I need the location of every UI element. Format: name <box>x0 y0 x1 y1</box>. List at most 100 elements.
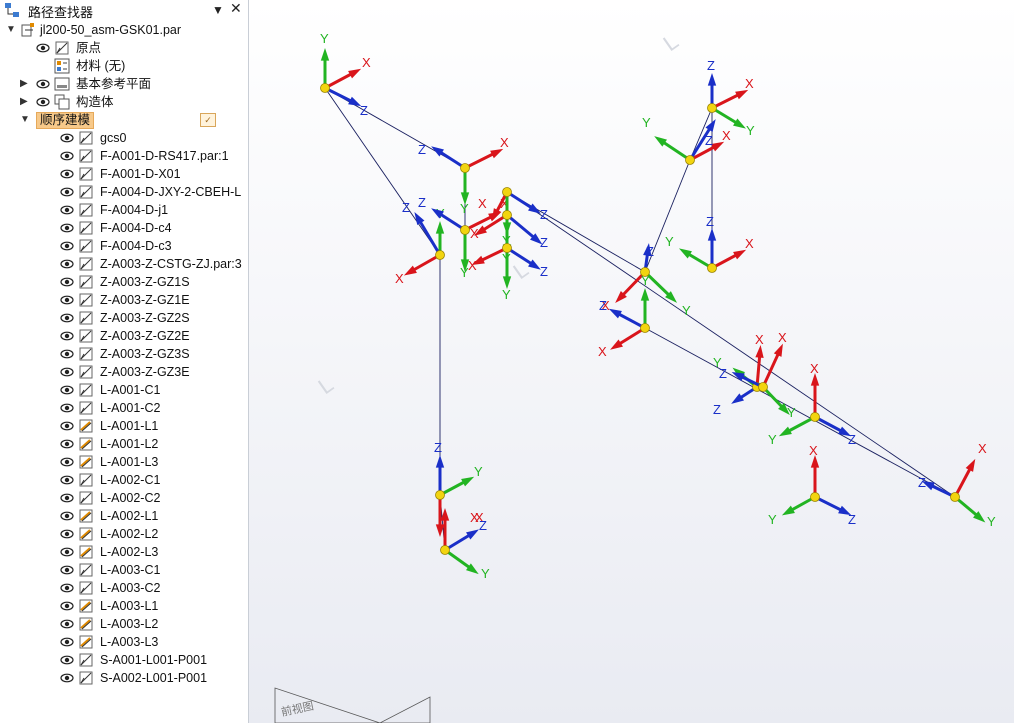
path-finder-panel: 路径查找器 ▼ ✕ ▼ jl200-50_asm-GSK01.par 原点 材料 (无… <box>0 0 249 723</box>
tree-item[interactable]: L-A002-C2 <box>0 489 248 507</box>
expand-arrow-icon[interactable]: ▶ <box>20 93 30 111</box>
tree-item[interactable]: S-A001-L001-P001 <box>0 651 248 669</box>
tree-item[interactable]: 原点 <box>0 39 248 57</box>
tree-item[interactable]: L-A003-L2 <box>0 615 248 633</box>
tree-item[interactable]: ▶ 基本参考平面 <box>0 75 248 93</box>
x-axis-label: X <box>598 344 607 359</box>
tree-item[interactable]: Z-A003-Z-GZ3E <box>0 363 248 381</box>
tree-item[interactable]: L-A003-L3 <box>0 633 248 651</box>
tree-item[interactable]: 材料 (无) <box>0 57 248 75</box>
close-icon[interactable]: ✕ <box>230 0 242 17</box>
tree-item[interactable]: L-A003-C2 <box>0 579 248 597</box>
y-axis-label: Y <box>481 566 490 581</box>
tree-item[interactable]: L-A002-C1 <box>0 471 248 489</box>
x-arrowhead <box>965 458 976 472</box>
3d-viewport[interactable]: LLLXYZXYZXYZXYZXYZXYZXYZXYZXYZXYZXYZXYZX… <box>249 0 1014 723</box>
collapse-arrow-icon[interactable]: ▼ <box>6 21 16 39</box>
origin-point <box>950 492 960 502</box>
tree-item-label: 构造体 <box>76 95 114 109</box>
x-axis-label: X <box>470 510 479 525</box>
line-icon <box>78 526 94 542</box>
z-axis-label: Z <box>540 207 548 222</box>
line-icon <box>78 436 94 452</box>
part-file-icon <box>21 23 34 37</box>
z-axis-label: Z <box>646 244 654 259</box>
tree-item[interactable]: L-A003-C1 <box>0 561 248 579</box>
tree-item[interactable]: L-A002-L2 <box>0 525 248 543</box>
tree-item[interactable]: Z-A003-Z-GZ1S <box>0 273 248 291</box>
origin-point <box>460 225 470 235</box>
tree-item[interactable]: L-A001-C1 <box>0 381 248 399</box>
x-arrowhead <box>348 68 362 79</box>
x-axis-label: X <box>500 135 509 150</box>
tree-item-label: L-A001-L2 <box>100 437 159 451</box>
origin-point <box>810 412 820 422</box>
tree-item[interactable]: L-A002-L1 <box>0 507 248 525</box>
y-axis-label: Y <box>665 234 674 249</box>
tree-item-label: L-A003-L3 <box>100 635 159 649</box>
tree-item-label: 材料 (无) <box>76 59 126 73</box>
tree-item-label: L-A002-C2 <box>100 491 161 505</box>
z-axis-label: Z <box>918 475 926 490</box>
tree-item[interactable]: F-A004-D-JXY-2-CBEH-L <box>0 183 248 201</box>
collapse-arrow-icon[interactable]: ▼ <box>20 111 30 129</box>
tree-item[interactable]: S-A002-L001-P001 <box>0 669 248 687</box>
line-icon <box>78 508 94 524</box>
sketch-icon <box>78 490 94 506</box>
sketch-icon <box>78 364 94 380</box>
tree-item[interactable]: Z-A003-Z-GZ3S <box>0 345 248 363</box>
tree-item[interactable]: L-A001-L1 <box>0 417 248 435</box>
tree-item[interactable]: L-A001-L2 <box>0 435 248 453</box>
tree-item[interactable]: L-A001-L3 <box>0 453 248 471</box>
sketch-icon <box>78 400 94 416</box>
z-arrowhead <box>705 119 716 132</box>
x-axis-label: X <box>810 361 819 376</box>
tree-item-label: Z-A003-Z-GZ2S <box>100 311 190 325</box>
x-axis-label: X <box>395 271 404 286</box>
material-icon <box>54 58 70 74</box>
tree-item[interactable]: ▼ 顺序建模 ✓ <box>0 111 248 129</box>
tree-item-label: 基本参考平面 <box>76 77 152 91</box>
tree-item-label: S-A001-L001-P001 <box>100 653 208 667</box>
tree-item[interactable]: Z-A003-Z-GZ1E <box>0 291 248 309</box>
tree-item[interactable]: F-A004-D-c3 <box>0 237 248 255</box>
tree-item[interactable]: F-A001-D-RS417.par:1 <box>0 147 248 165</box>
tree-item-label: S-A002-L001-P001 <box>100 671 208 685</box>
tree-item-label: F-A004-D-JXY-2-CBEH-L <box>100 185 242 199</box>
visibility-eye-icon[interactable] <box>60 669 74 692</box>
y-axis-label: Y <box>787 405 796 420</box>
checkbox-icon[interactable]: ✓ <box>200 113 216 127</box>
model-scene[interactable]: LLLXYZXYZXYZXYZXYZXYZXYZXYZXYZXYZXYZXYZX… <box>249 0 1014 723</box>
tree-item[interactable]: L-A003-L1 <box>0 597 248 615</box>
z-axis-label: Z <box>479 518 487 533</box>
tree-item[interactable]: F-A001-D-X01 <box>0 165 248 183</box>
line-icon <box>78 616 94 632</box>
tree-item-label: L-A003-C2 <box>100 581 161 595</box>
tree-item[interactable]: F-A004-D-j1 <box>0 201 248 219</box>
sketch-icon <box>78 382 94 398</box>
tree-item-label: L-A001-C2 <box>100 401 161 415</box>
z-axis-label: Z <box>706 214 714 229</box>
tree-item[interactable]: Z-A003-Z-GZ2S <box>0 309 248 327</box>
panel-menu-icon[interactable]: ▼ <box>212 3 224 17</box>
tree-item[interactable]: gcs0 <box>0 129 248 147</box>
construction-icon <box>54 94 70 110</box>
tree-item[interactable]: L-A001-C2 <box>0 399 248 417</box>
y-axis-label: Y <box>987 514 996 529</box>
tree-item[interactable]: ▶ 构造体 <box>0 93 248 111</box>
z-axis-label: Z <box>705 133 713 148</box>
tree-item[interactable]: Z-A003-Z-CSTG-ZJ.par:3 <box>0 255 248 273</box>
sketch-icon <box>78 580 94 596</box>
tree-item[interactable]: Z-A003-Z-GZ2E <box>0 327 248 345</box>
watermark-letter: L <box>659 29 683 57</box>
expand-arrow-icon[interactable]: ▶ <box>20 75 30 93</box>
x-axis-label: X <box>809 443 818 458</box>
tree-item[interactable]: F-A004-D-c4 <box>0 219 248 237</box>
sketch-icon <box>78 562 94 578</box>
tree-item[interactable]: L-A002-L3 <box>0 543 248 561</box>
line-icon <box>78 544 94 560</box>
origin-point <box>758 382 768 392</box>
tree-item-label: L-A003-L1 <box>100 599 159 613</box>
tree-root-assembly[interactable]: ▼ jl200-50_asm-GSK01.par <box>0 21 248 39</box>
route-line <box>644 327 956 498</box>
